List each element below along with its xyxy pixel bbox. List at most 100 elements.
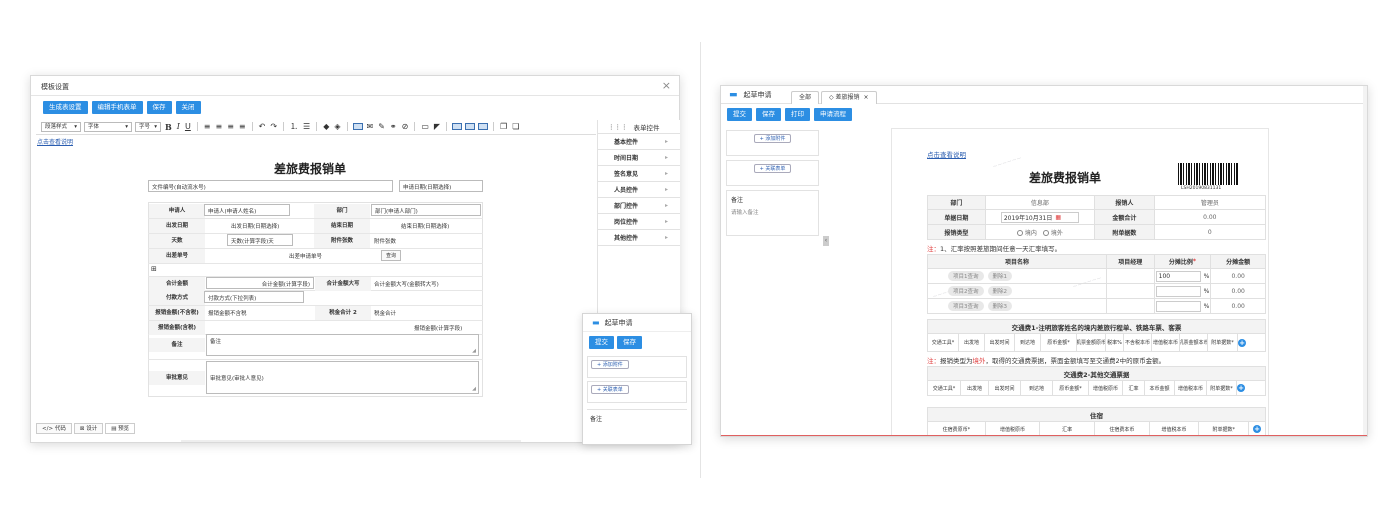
panel-item-position[interactable]: 岗位控件 ▸ [598,214,680,230]
tab-preview[interactable]: ▤ 预览 [105,423,136,434]
table-insert-icon[interactable]: ⊞ [151,265,157,273]
calendar-icon[interactable]: ▦ [1055,214,1061,221]
depart-date-field[interactable]: 出发日期(日期选择) [231,222,279,230]
panel-item-basic[interactable]: 基本控件 ▸ [598,134,680,150]
copy-icon[interactable]: ❐ [499,122,508,132]
unlink-icon[interactable]: ⊘ [401,122,410,132]
align-left-icon[interactable]: ≡ [203,122,212,132]
delete-button[interactable]: 删除1 [987,271,1012,281]
close-icon[interactable]: × [864,94,869,101]
add-attachment-button[interactable]: + 添加附件 [753,134,792,143]
doc-number-field[interactable]: 文件编号(自动流水号) [148,180,393,192]
add-attachment-button[interactable]: + 添加附件 [591,360,629,369]
horizontal-scrollbar[interactable] [181,440,521,442]
collapse-toggle[interactable]: ‹ [823,236,829,246]
tab-code[interactable]: </> 代码 [36,423,72,434]
pen-icon[interactable]: ✎ [377,122,386,132]
total-capital-field[interactable]: 合计金额大写(金额转大写) [374,280,439,288]
panel-item-datetime[interactable]: 时间日期 ▸ [598,150,680,166]
align-center-icon[interactable]: ≡ [215,122,224,132]
link-form-button[interactable]: + 关联表单 [591,385,629,394]
text-color-icon[interactable]: ◆ [322,122,330,132]
save-button[interactable]: 保存 [146,101,172,114]
paragraph-style-select[interactable]: 段落样式 ▾ [41,121,81,132]
table-icon[interactable] [452,123,463,130]
close-icon[interactable]: × [662,79,671,92]
apply-date-field[interactable]: 申请日期(日期选择) [399,180,483,192]
tab-design[interactable]: ⊠ 设计 [73,423,104,434]
edit-mobile-form-button[interactable]: 编辑手机表单 [91,101,143,114]
review-textarea[interactable]: 审批意见(审批人意见) ◢ [206,361,479,394]
font-select[interactable]: 字体 ▾ [84,121,132,132]
ordered-list-icon[interactable]: ⒈ [289,122,299,132]
form-title: 差旅费报销单 [274,162,347,176]
save-button[interactable]: 保存 [756,108,781,121]
help-link[interactable]: 点击查看说明 [37,137,73,146]
ratio-input[interactable] [1155,300,1201,312]
ratio-input[interactable] [1155,285,1201,297]
close-button[interactable]: 关闭 [175,101,201,114]
tab-travel-expense[interactable]: ◇ 差旅报销 × [821,91,877,104]
end-date-field[interactable]: 结束日期(日期选择) [401,222,449,230]
add-row-icon[interactable]: + [1237,384,1245,392]
panel-item-department[interactable]: 部门控件 ▸ [598,198,680,214]
align-right-icon[interactable]: ≡ [226,122,235,132]
table-col-icon[interactable] [478,123,489,130]
redo-icon[interactable]: ↷ [269,122,278,132]
doc-date-input[interactable]: 2019年10月31日 ▦ [1000,211,1079,223]
align-justify-icon[interactable]: ≡ [238,122,247,132]
radio-domestic[interactable]: 境内 [1016,228,1037,237]
paste-icon[interactable]: ❏ [511,122,520,132]
panel-item-signature[interactable]: 签名意见 ▸ [598,166,680,182]
remark-textarea[interactable]: 备注 ◢ [206,334,479,356]
add-row-icon[interactable]: + [1253,425,1262,433]
email-icon[interactable]: ✉ [366,122,375,132]
tab-all[interactable]: 全部 [791,91,820,104]
highlight-icon[interactable]: ◈ [333,122,341,132]
attach-count-field[interactable]: 附件张数 [374,237,396,245]
attached-docs-label: 附单据数 [1095,225,1155,239]
bold-icon[interactable]: B [164,122,173,132]
image-icon[interactable] [352,123,363,130]
delete-button[interactable]: 删除2 [987,286,1012,296]
project-query-button[interactable]: 项目1查询 [948,271,984,281]
trip-no-field[interactable]: 出差申请单号 [289,252,322,260]
panel-item-other[interactable]: 其他控件 ▸ [598,230,680,246]
underline-icon[interactable]: U [184,122,192,132]
unordered-list-icon[interactable]: ☰ [302,122,311,132]
radio-overseas[interactable]: 境外 [1042,228,1063,237]
link-icon[interactable]: ⚭ [389,122,398,132]
font-size-select[interactable]: 字号 ▾ [135,121,161,132]
delete-button[interactable]: 删除3 [987,301,1012,311]
tag-icon[interactable]: ◤ [433,122,441,132]
payment-field[interactable]: 付款方式(下拉列表) [204,291,304,303]
link-form-button[interactable]: + 关联表单 [753,164,792,173]
fullscreen-icon[interactable]: ▭ [420,122,430,132]
submit-button[interactable]: 提交 [589,336,614,349]
italic-icon[interactable]: I [176,122,181,132]
project-query-button[interactable]: 项目2查询 [948,286,984,296]
undo-icon[interactable]: ↶ [258,122,267,132]
remark-input[interactable]: 请输入备注 [731,208,814,216]
panel-item-person[interactable]: 人员控件 ▸ [598,182,680,198]
amount-notax-field[interactable]: 报销金额不含税 [208,309,247,317]
vertical-scrollbar[interactable] [1363,86,1367,436]
apply-flow-button[interactable]: 申请流程 [814,108,852,121]
attached-docs-value: 0 [1207,228,1212,236]
query-button[interactable]: 查询 [381,250,402,261]
days-field[interactable]: 天数(计算字段)天 [227,234,293,246]
total-field[interactable]: 合计金额(计算字段) [206,277,314,289]
help-link[interactable]: 点击查看说明 [927,149,966,159]
tax-sum-field[interactable]: 税金合计 [374,309,396,317]
table-row-icon[interactable] [465,123,476,130]
add-row-icon[interactable]: + [1238,338,1246,347]
print-button[interactable]: 打印 [785,108,810,121]
dept-field[interactable]: 部门(申请人部门) [371,204,481,216]
ratio-input[interactable]: 100 [1155,270,1201,282]
generate-table-button[interactable]: 生成表设置 [43,101,88,114]
submit-button[interactable]: 提交 [727,108,752,121]
project-query-button[interactable]: 项目3查询 [948,301,984,311]
amount-withtax-field[interactable]: 报销金额(计算字段) [414,324,462,332]
save-button[interactable]: 保存 [617,336,642,349]
applicant-field[interactable]: 申请人(申请人姓名) [204,204,290,216]
